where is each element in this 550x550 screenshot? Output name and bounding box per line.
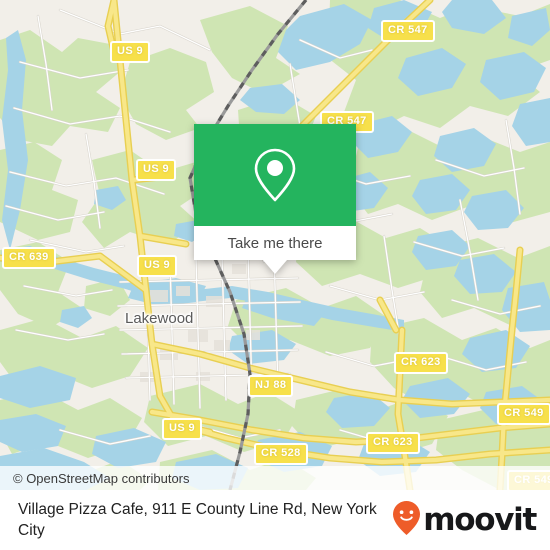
map-viewport[interactable]: Lakewood US 9 CR 547 CR 547 US 9 CR 639 … (0, 0, 550, 490)
moovit-wordmark: moovit (423, 501, 537, 538)
moovit-map-screenshot: Lakewood US 9 CR 547 CR 547 US 9 CR 639 … (0, 0, 550, 550)
moovit-logo[interactable]: moovit (392, 500, 537, 541)
road-shield-us-9: US 9 (137, 255, 178, 277)
road-shield-cr-549: CR 549 (497, 403, 550, 425)
openstreetmap-attribution[interactable]: © OpenStreetMap contributors (0, 471, 190, 486)
road-shield-cr-623: CR 623 (394, 352, 448, 374)
take-me-there-button[interactable]: Take me there (194, 226, 356, 260)
footer-bar: Village Pizza Cafe, 911 E County Line Rd… (0, 490, 550, 550)
location-pin-icon (252, 147, 298, 203)
road-shield-cr-528: CR 528 (254, 443, 308, 465)
road-shield-cr-623: CR 623 (366, 432, 420, 454)
callout-icon-panel (194, 124, 356, 226)
take-me-there-label: Take me there (227, 234, 323, 252)
moovit-pin-icon (392, 500, 421, 541)
city-label-lakewood: Lakewood (125, 310, 194, 327)
road-shield-us-9: US 9 (110, 41, 151, 63)
callout-tail (263, 260, 287, 274)
map-callout-card[interactable]: Take me there (194, 124, 356, 274)
place-title: Village Pizza Cafe, 911 E County Line Rd… (18, 501, 377, 539)
road-shield-cr-639: CR 639 (2, 247, 56, 269)
road-shield-nj-88: NJ 88 (248, 375, 294, 397)
road-shield-cr-547: CR 547 (381, 20, 435, 42)
road-shield-us-9: US 9 (162, 418, 203, 440)
road-shield-us-9: US 9 (136, 159, 177, 181)
map-attribution-bar: © OpenStreetMap contributors (0, 466, 550, 490)
